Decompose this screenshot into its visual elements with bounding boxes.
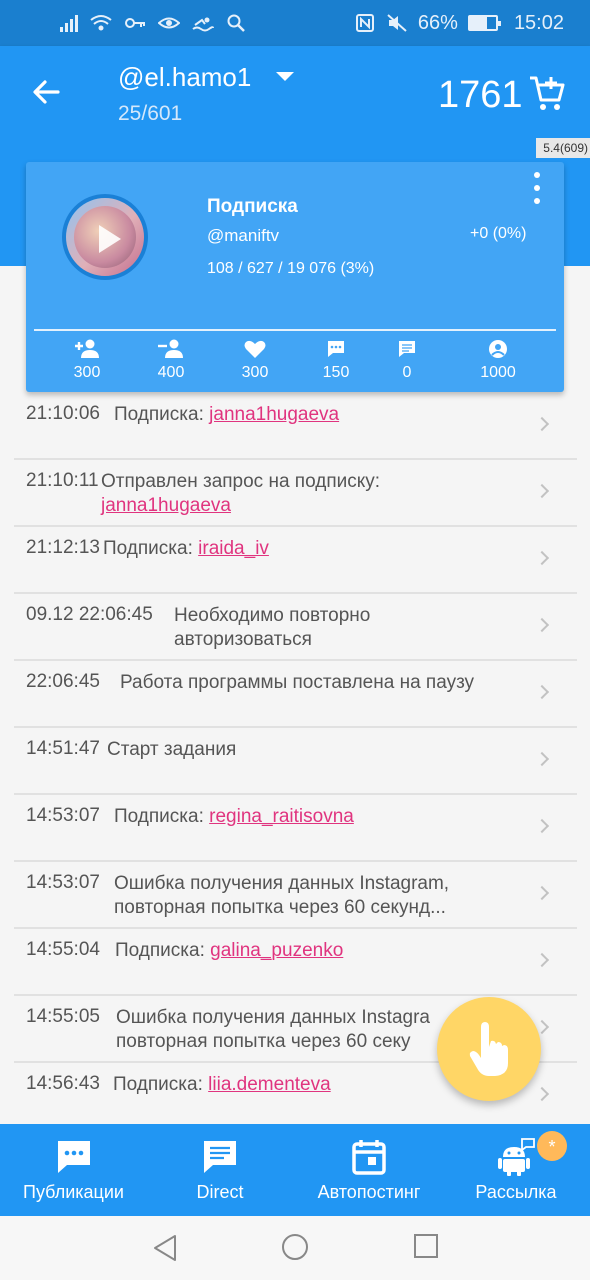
battery-percent: 66% <box>417 11 458 34</box>
username-link[interactable]: liia.dementeva <box>208 1074 331 1095</box>
account-selector[interactable]: @el.hamo1 <box>118 62 251 93</box>
limits-bar: 300 400 300 150 0 1000 <box>26 334 564 390</box>
clock: 15:02 <box>513 11 564 34</box>
view-stories-icon <box>489 340 507 358</box>
notification-badge: * <box>537 1131 567 1161</box>
list-item[interactable]: 14:51:47 Старт задания <box>14 728 577 795</box>
system-recents-icon[interactable] <box>414 1234 438 1258</box>
direct-message-icon <box>399 341 415 357</box>
bottom-navigation: Публикации Direct Автопостинг Рассылка <box>0 1124 590 1216</box>
calendar-icon <box>352 1140 386 1175</box>
chevron-right-icon <box>534 684 550 700</box>
list-item[interactable]: 21:10:06 Подписка: janna1hugaeva <box>14 393 577 460</box>
like-icon <box>244 340 266 358</box>
key-icon <box>125 18 145 28</box>
limit-unfollow: 400 <box>129 334 213 382</box>
wifi-icon <box>90 15 112 31</box>
username-link[interactable]: regina_raitisovna <box>209 806 354 827</box>
signal-icon <box>60 14 78 32</box>
balance: 1761 <box>438 74 523 116</box>
username-link[interactable]: janna1hugaeva <box>101 495 231 516</box>
task-delta: +0 (0%) <box>470 225 527 242</box>
android-broadcast-icon <box>498 1138 535 1176</box>
system-back-icon[interactable] <box>152 1234 178 1262</box>
avatar[interactable] <box>62 194 148 280</box>
task-card[interactable]: Подписка @maniftv 108 / 627 / 19 076 (3%… <box>26 162 564 392</box>
mute-icon <box>387 14 407 32</box>
follow-icon <box>75 339 99 358</box>
chevron-right-icon <box>534 550 550 566</box>
list-item[interactable]: 14:53:07 Ошибка получения данных Instagr… <box>14 862 577 929</box>
chevron-right-icon <box>534 751 550 767</box>
list-item[interactable]: 09.12 22:06:45 Необходимо повторно автори… <box>14 594 577 661</box>
username-link[interactable]: iraida_iv <box>198 538 269 559</box>
app-bar: @el.hamo1 25/601 1761 <box>0 46 590 138</box>
list-item[interactable]: 14:55:04 Подписка: galina_puzenko <box>14 929 577 996</box>
system-navigation-bar <box>0 1216 590 1280</box>
chevron-down-icon[interactable] <box>276 72 294 81</box>
system-home-icon[interactable] <box>282 1234 308 1260</box>
task-username: @maniftv <box>207 226 280 245</box>
direct-icon <box>204 1141 236 1173</box>
list-item[interactable]: 14:53:07 Подписка: regina_raitisovna <box>14 795 577 862</box>
chevron-right-icon <box>534 818 550 834</box>
chevron-right-icon <box>534 416 550 432</box>
status-bar: 66% 15:02 <box>0 0 590 46</box>
search-icon <box>227 14 245 32</box>
limit-like: 300 <box>213 334 297 382</box>
chevron-right-icon <box>534 617 550 633</box>
task-stats: 108 / 627 / 19 076 (3%) <box>207 260 375 277</box>
unfollow-icon <box>158 339 183 358</box>
username-link[interactable]: galina_puzenko <box>210 940 343 961</box>
swim-icon <box>192 17 214 32</box>
tab-publications[interactable]: Публикации <box>10 1124 137 1216</box>
chevron-right-icon <box>534 885 550 901</box>
nfc-icon <box>355 14 374 32</box>
back-arrow-icon[interactable] <box>28 74 64 110</box>
account-progress: 25/601 <box>118 102 183 125</box>
chevron-right-icon <box>534 1086 550 1102</box>
publications-icon <box>57 1141 90 1173</box>
start-task-button[interactable] <box>437 997 541 1101</box>
list-item[interactable]: 22:06:45 Работа программы поставлена на … <box>14 661 577 728</box>
eye-icon <box>158 17 180 29</box>
comment-icon <box>328 341 344 357</box>
task-title: Подписка <box>207 196 298 217</box>
battery-icon <box>467 15 501 31</box>
limit-follow: 300 <box>45 334 129 382</box>
limit-direct: 0 <box>365 334 449 382</box>
limit-stories: 1000 <box>456 334 540 382</box>
tap-hand-icon <box>469 1022 508 1076</box>
version-label: 5.4(609) <box>543 141 588 155</box>
add-to-cart-icon[interactable] <box>528 74 566 112</box>
tab-autoposting[interactable]: Автопостинг <box>298 1124 440 1216</box>
more-options-icon[interactable] <box>530 172 544 204</box>
tab-direct[interactable]: Direct <box>160 1124 280 1216</box>
chevron-right-icon <box>534 952 550 968</box>
chevron-right-icon <box>534 483 550 499</box>
divider <box>34 329 556 331</box>
play-icon[interactable] <box>99 225 121 253</box>
list-item[interactable]: 21:12:13 Подписка: iraida_iv <box>14 527 577 594</box>
list-item[interactable]: 21:10:11 Отправлен запрос на подписку: ja… <box>14 460 577 527</box>
username-link[interactable]: janna1hugaeva <box>209 404 339 425</box>
